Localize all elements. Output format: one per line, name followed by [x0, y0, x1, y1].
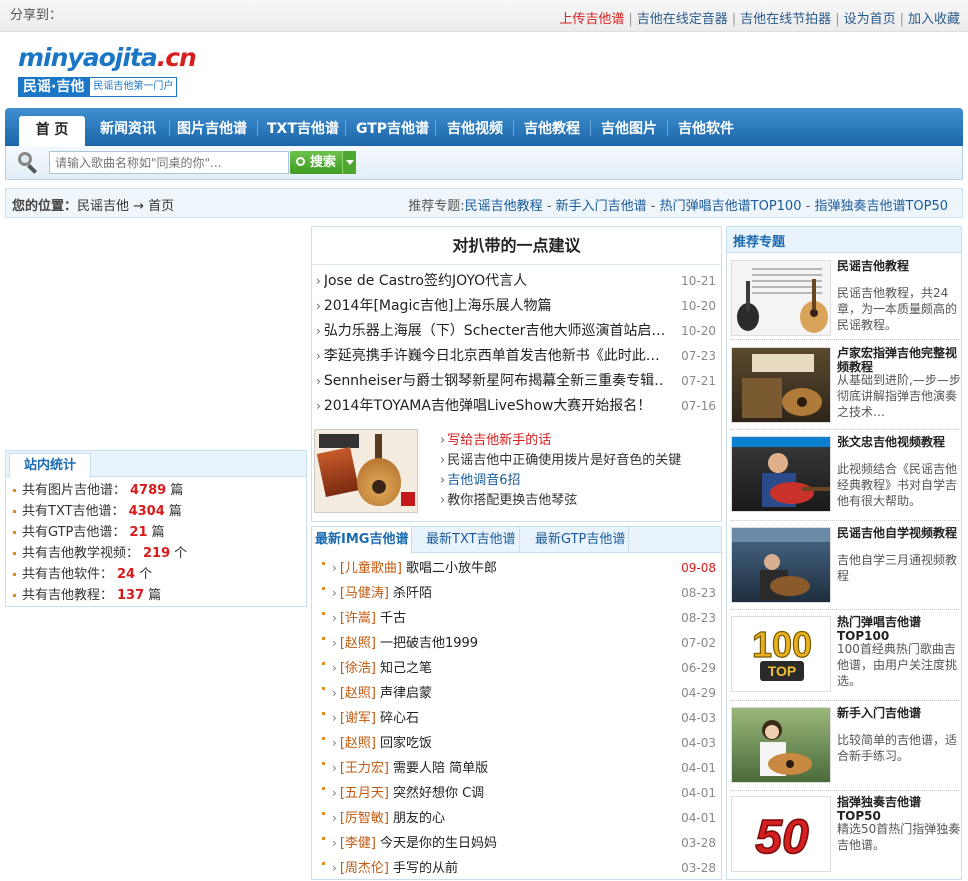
svg-text:50: 50: [755, 811, 809, 864]
song-item[interactable]: › [厉智敏] 朋友的心 04-01: [322, 806, 718, 831]
recommend-item[interactable]: 卢家宏指弹吉他完整视频教程 从基础到进阶,—步—步彻底讲解指弹吉他演奏之技术…: [731, 344, 961, 430]
search-bar: 搜索: [5, 146, 963, 180]
share-label: 分享到：: [10, 8, 63, 23]
nav-news[interactable]: 新闻资讯: [100, 118, 156, 138]
tab-latest-gtp[interactable]: 最新GTP吉他谱: [532, 527, 630, 553]
nav-gtp-tabs[interactable]: GTP吉他谱: [356, 118, 429, 138]
nav-txt-tabs[interactable]: TXT吉他谱: [267, 118, 339, 138]
breadcrumb: 您的位置：民谣吉他 → 首页: [12, 199, 175, 214]
upload-tab-link[interactable]: 上传吉他谱: [559, 12, 624, 27]
recommend-item[interactable]: 50 指弹独奏吉他谱TOP50 精选50首热门指弹独奏吉他谱。: [731, 793, 960, 877]
promo-link[interactable]: › 民谣吉他中正确使用拨片是好音色的关键: [440, 451, 681, 471]
recommended-topics: 推荐专题:民谣吉他教程 - 新手入门吉他谱 - 热门弹唱吉他谱TOP100 - …: [408, 199, 948, 214]
recommend-item[interactable]: 民谣吉他自学视频教程 吉他自学三月通视频教程: [731, 524, 959, 610]
promo-link[interactable]: › 写给吉他新手的话: [440, 431, 681, 451]
online-tuner-link[interactable]: 吉他在线定音器: [637, 12, 728, 27]
magnifier-icon: [18, 152, 40, 174]
top50-thumb[interactable]: 50: [731, 796, 831, 872]
nav-image-tabs[interactable]: 图片吉他谱: [177, 118, 247, 138]
headline-link[interactable]: 对扒带的一点建议: [312, 227, 721, 265]
news-item[interactable]: › Jose de Castro签约JOYO代言人 10-21: [316, 269, 718, 294]
latest-tabs-panel: 最新IMG吉他谱 最新TXT吉他谱 最新GTP吉他谱 › [儿童歌曲] 歌唱二小放牛…: [311, 526, 722, 880]
news-item[interactable]: › 2014年TOYAMA吉他弹唱LiveShow大赛开始报名！ 07-16: [316, 394, 718, 419]
song-item[interactable]: › [许嵩] 千古 08-23: [322, 606, 718, 631]
main-nav: 首 页 新闻资讯 图片吉他谱 TXT吉他谱 GTP吉他谱 吉他视频 吉他教程 吉…: [5, 108, 963, 146]
song-item[interactable]: › [五月天] 突然好想你 C调 04-01: [322, 781, 718, 806]
song-item[interactable]: › [徐浩] 知己之笔 06-29: [322, 656, 718, 681]
promo-link[interactable]: › 吉他调音6招: [440, 471, 681, 491]
news-item[interactable]: › 2014年[Magic吉他]上海乐展人物篇 10-20: [316, 294, 718, 319]
svg-text:TOP: TOP: [768, 663, 797, 679]
song-item[interactable]: › [王力宏] 需要人陪 简单版 04-01: [322, 756, 718, 781]
recommend-panel: 推荐专题 民谣吉他教程 民谣吉他教程，共24章，为一本质量颇高的民谣教程。 卢家…: [726, 226, 962, 880]
nav-tutorials[interactable]: 吉他教程: [524, 118, 580, 138]
recommend-title: 推荐专题: [733, 235, 786, 250]
player-thumb[interactable]: [731, 436, 831, 512]
self-study-thumb[interactable]: [731, 527, 831, 603]
stat-item: 共有吉他软件： 24 个: [12, 564, 306, 585]
recommend-item[interactable]: 100 TOP 热门弹唱吉他谱TOP100 100首经典热门歌曲吉他谱，由用户关注…: [731, 613, 959, 701]
news-item[interactable]: › 李延亮携手许巍今日北京西单首发吉他新书《此时此… 07-23: [316, 344, 718, 369]
song-item[interactable]: › [周杰伦] 手写的从前 03-28: [322, 856, 718, 881]
recommend-item[interactable]: 民谣吉他教程 民谣吉他教程，共24章，为一本质量颇高的民谣教程。: [731, 257, 959, 340]
stat-item: 共有GTP吉他谱： 21 篇: [12, 522, 306, 543]
search-dropdown-icon[interactable]: [342, 151, 356, 174]
nav-home[interactable]: 首 页: [19, 116, 85, 146]
set-homepage-link[interactable]: 设为首页: [844, 12, 896, 27]
song-item[interactable]: › [赵照] 一把破吉他1999 07-02: [322, 631, 718, 656]
topic-link-tutorial[interactable]: 民谣吉他教程: [465, 199, 543, 214]
breadcrumb-path[interactable]: 民谣吉他 → 首页: [77, 199, 174, 214]
search-button[interactable]: 搜索: [290, 151, 342, 174]
girl-guitar-thumb[interactable]: [731, 707, 831, 783]
recommend-item[interactable]: 新手入门吉他谱 比较简单的吉他谱，适合新手练习。: [731, 704, 959, 791]
topic-link-top50[interactable]: 指弹独奏吉他谱TOP50: [814, 199, 948, 214]
song-item[interactable]: › [儿童歌曲] 歌唱二小放牛郎 09-08: [322, 556, 718, 581]
svg-text:100: 100: [752, 624, 812, 665]
stat-item: 共有吉他教学视频： 219 个: [12, 543, 306, 564]
add-favorite-link[interactable]: 加入收藏: [908, 12, 960, 27]
search-icon: [296, 157, 305, 166]
news-item[interactable]: › Sennheiser与爵士钢琴新星阿布揭幕全新三重奏专辑… 07-21: [316, 369, 718, 394]
video-thumb[interactable]: [731, 347, 831, 423]
stats-title: 站内统计: [9, 453, 91, 478]
stat-item: 共有TXT吉他谱： 4304 篇: [12, 501, 306, 522]
stat-item: 共有吉他教程： 137 篇: [12, 585, 306, 606]
site-logo[interactable]: minyaojita.cn 民谣·吉他 民谣吉他第一门户: [18, 43, 197, 97]
nav-pictures[interactable]: 吉他图片: [601, 118, 657, 138]
nav-software[interactable]: 吉他软件: [678, 118, 734, 138]
song-item[interactable]: › [赵照] 声律启蒙 04-29: [322, 681, 718, 706]
promo-links: › 写给吉他新手的话 › 民谣吉他中正确使用拨片是好音色的关键 › 吉他调音6招 › 教…: [440, 431, 681, 511]
promo-link[interactable]: › 教你搭配更换吉他琴弦: [440, 491, 681, 511]
nav-videos[interactable]: 吉他视频: [447, 118, 503, 138]
song-item[interactable]: › [马健涛] 杀阡陌 08-23: [322, 581, 718, 606]
top100-thumb[interactable]: 100 TOP: [731, 616, 831, 692]
song-item[interactable]: › [李健] 今天是你的生日妈妈 03-28: [322, 831, 718, 856]
online-metronome-link[interactable]: 吉他在线节拍器: [740, 12, 831, 27]
recommend-item[interactable]: 张文忠吉他视频教程 此视频结合《民谣吉他经典教程》书对自学吉他有很大帮助。: [731, 433, 959, 521]
promo-guitar-image[interactable]: [314, 429, 418, 513]
topic-link-beginner[interactable]: 新手入门吉他谱: [556, 199, 647, 214]
breadcrumb-bar: 您的位置：民谣吉他 → 首页 推荐专题:民谣吉他教程 - 新手入门吉他谱 - 热…: [5, 188, 963, 218]
news-item[interactable]: › 弘力乐器上海展（下）Schecter吉他大师巡演首站启… 10-20: [316, 319, 718, 344]
topic-link-top100[interactable]: 热门弹唱吉他谱TOP100: [660, 199, 802, 214]
song-item[interactable]: › [谢军] 碎心石 04-03: [322, 706, 718, 731]
song-item[interactable]: › [赵照] 回家吃饭 04-03: [322, 731, 718, 756]
top-links: 上传吉他谱 | 吉他在线定音器 | 吉他在线节拍器 | 设为首页 | 加入收藏: [559, 12, 960, 27]
guitar-tab-thumb[interactable]: [731, 260, 831, 336]
tab-latest-txt[interactable]: 最新TXT吉他谱: [423, 527, 520, 553]
top-bar: 分享到： 上传吉他谱 | 吉他在线定音器 | 吉他在线节拍器 | 设为首页 | 加入收藏: [0, 0, 968, 32]
search-input[interactable]: [49, 151, 289, 174]
site-stats-panel: 站内统计 共有图片吉他谱： 4789 篇 共有TXT吉他谱： 4304 篇 共有GTP吉…: [5, 450, 307, 607]
stat-item: 共有图片吉他谱： 4789 篇: [12, 480, 306, 501]
tab-latest-img[interactable]: 最新IMG吉他谱: [312, 527, 413, 554]
